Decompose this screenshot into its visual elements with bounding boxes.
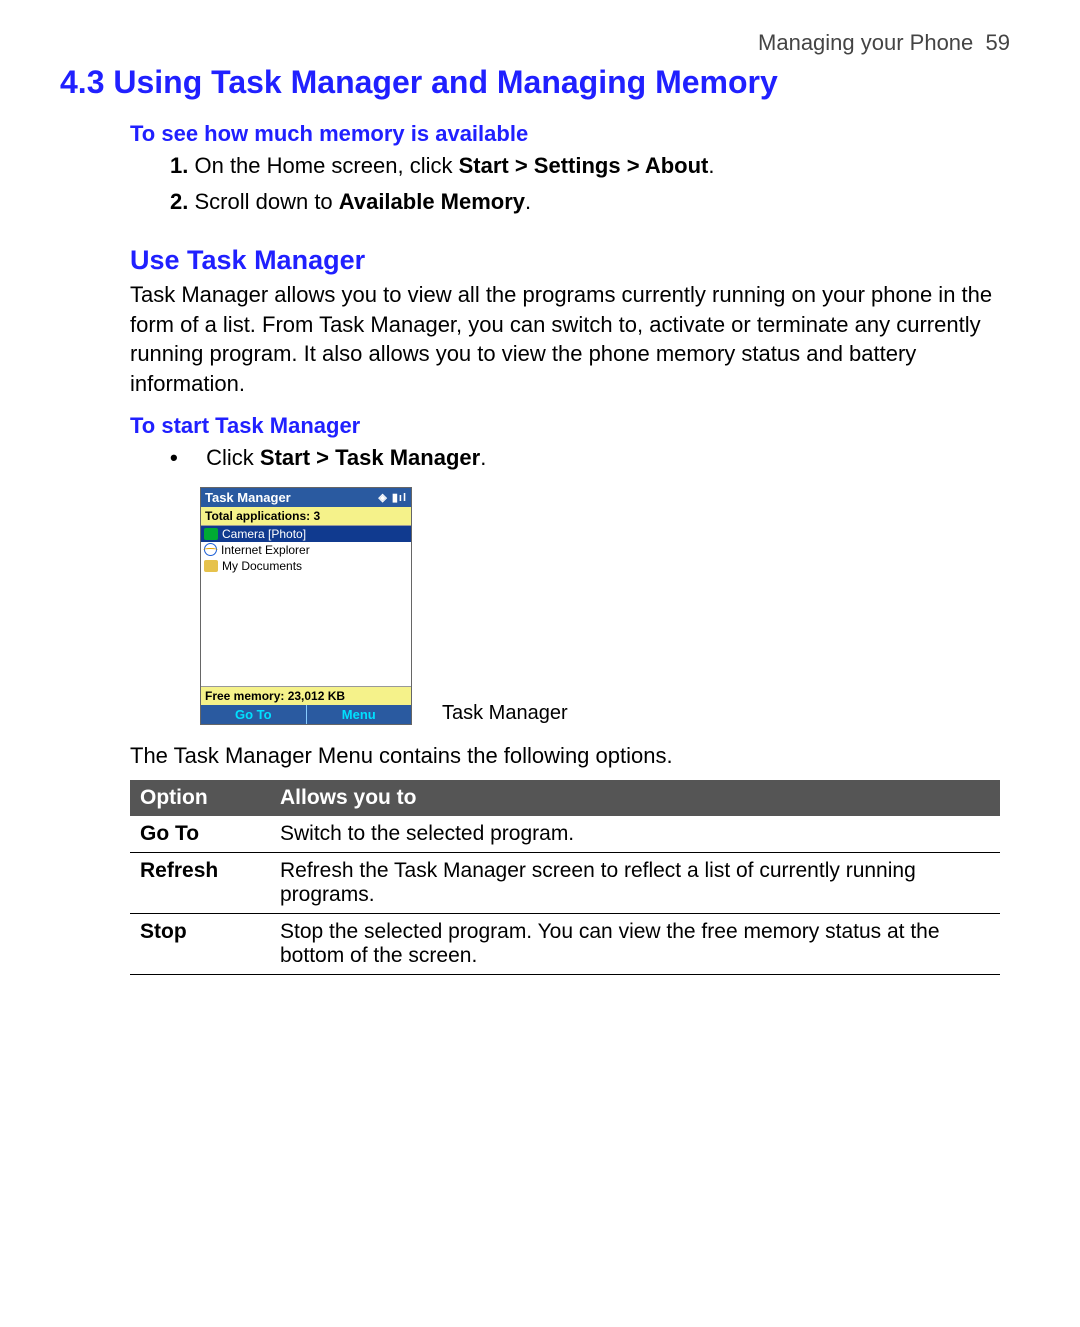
bullet-bold: Start > Task Manager <box>260 445 480 470</box>
step-text: On the Home screen, click <box>194 153 458 178</box>
bullet-pre: Click <box>206 445 260 470</box>
table-row: Go To Switch to the selected program. <box>130 816 1000 853</box>
options-table: Option Allows you to Go To Switch to the… <box>130 780 1000 975</box>
td-option: Refresh <box>130 853 270 914</box>
section-title: 4.3 Using Task Manager and Managing Memo… <box>60 64 1020 101</box>
phone-app-mydocs: My Documents <box>201 558 411 574</box>
phone-title-text: Task Manager <box>205 490 291 505</box>
page-number: 59 <box>986 30 1010 55</box>
step-text: Scroll down to <box>194 189 338 214</box>
step-1: 1. On the Home screen, click Start > Set… <box>170 153 1020 179</box>
bullets-start-task-manager: Click Start > Task Manager. <box>170 445 1020 471</box>
ie-icon <box>204 543 217 556</box>
step-post: . <box>708 153 714 178</box>
running-header: Managing your Phone 59 <box>60 30 1020 56</box>
paragraph-use-task-manager: Task Manager allows you to view all the … <box>130 280 1000 399</box>
heading-start-task-manager: To start Task Manager <box>130 413 1020 439</box>
phone-softkeys: Go To Menu <box>201 705 411 724</box>
phone-softkey-right: Menu <box>307 705 412 724</box>
steps-check-memory: 1. On the Home screen, click Start > Set… <box>170 153 1020 215</box>
chapter-name: Managing your Phone <box>758 30 973 55</box>
step-post: . <box>525 189 531 214</box>
phone-free-memory: Free memory: 23,012 KB <box>201 686 411 705</box>
table-row: Stop Stop the selected program. You can … <box>130 914 1000 975</box>
heading-use-task-manager: Use Task Manager <box>130 245 1020 276</box>
th-allows: Allows you to <box>270 780 1000 816</box>
table-head-row: Option Allows you to <box>130 780 1000 816</box>
phone-total-apps: Total applications: 3 <box>201 507 411 526</box>
td-desc: Switch to the selected program. <box>270 816 1000 853</box>
phone-app-ie: Internet Explorer <box>201 542 411 558</box>
figure-caption: Task Manager <box>442 702 568 725</box>
td-option: Go To <box>130 816 270 853</box>
page: Managing your Phone 59 4.3 Using Task Ma… <box>0 0 1080 1035</box>
folder-icon <box>204 560 218 572</box>
step-bold: Available Memory <box>339 189 525 214</box>
th-option: Option <box>130 780 270 816</box>
td-option: Stop <box>130 914 270 975</box>
heading-check-memory: To see how much memory is available <box>130 121 1020 147</box>
bullet-start-tm: Click Start > Task Manager. <box>170 445 1020 471</box>
phone-softkey-left: Go To <box>201 705 307 724</box>
phone-screenshot: Task Manager ◈ ▮ıl Total applications: 3… <box>200 487 412 725</box>
td-desc: Stop the selected program. You can view … <box>270 914 1000 975</box>
step-number: 1. <box>170 153 188 178</box>
paragraph-menu-intro: The Task Manager Menu contains the follo… <box>130 741 1000 771</box>
phone-app-label: Camera [Photo] <box>222 527 306 541</box>
step-bold: Start > Settings > About <box>459 153 709 178</box>
step-2: 2. Scroll down to Available Memory. <box>170 189 1020 215</box>
table-row: Refresh Refresh the Task Manager screen … <box>130 853 1000 914</box>
bullet-post: . <box>480 445 486 470</box>
phone-app-label: Internet Explorer <box>221 543 310 557</box>
figure-task-manager: Task Manager ◈ ▮ıl Total applications: 3… <box>200 487 1020 725</box>
td-desc: Refresh the Task Manager screen to refle… <box>270 853 1000 914</box>
phone-app-list: Camera [Photo] Internet Explorer My Docu… <box>201 526 411 686</box>
phone-app-camera: Camera [Photo] <box>201 526 411 542</box>
phone-app-label: My Documents <box>222 559 302 573</box>
phone-titlebar: Task Manager ◈ ▮ıl <box>201 488 411 507</box>
camera-icon <box>204 528 218 540</box>
phone-status-icons: ◈ ▮ıl <box>378 491 407 504</box>
step-number: 2. <box>170 189 188 214</box>
